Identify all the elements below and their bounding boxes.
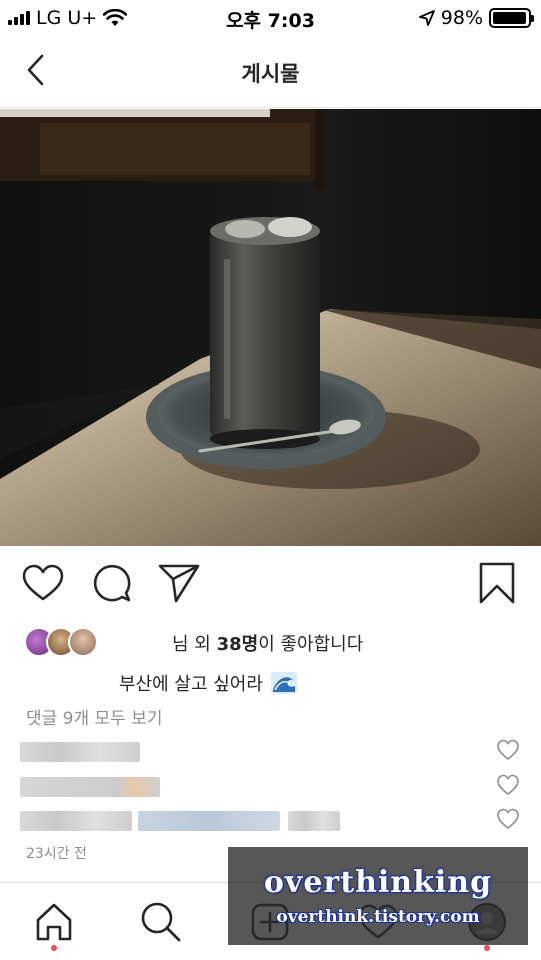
location-arrow-icon <box>418 10 435 26</box>
post-caption: 부산에 살고 싶어라 <box>119 670 297 696</box>
comment-like-heart-icon[interactable] <box>496 738 520 762</box>
avatar <box>68 627 98 657</box>
post-photo[interactable] <box>0 109 541 546</box>
caption-text: 부산에 살고 싶어라 <box>119 674 263 695</box>
blurred-comment-text <box>20 777 160 797</box>
heart-icon <box>22 564 64 601</box>
watermark: overthinking overthink.tistory.com <box>228 847 528 945</box>
status-bar: LG U+ 오후 7:03 98% <box>0 0 541 36</box>
comment-icon <box>93 564 131 602</box>
comment-like-heart-icon[interactable] <box>496 773 520 797</box>
likes-suffix: 이 좋아합니다 <box>258 634 364 655</box>
send-icon <box>158 564 200 603</box>
likes-prefix: 님 외 <box>172 634 217 655</box>
likes-count: 38명 <box>216 634 259 655</box>
blurred-comment-mention <box>138 811 280 831</box>
post-action-bar <box>0 560 541 614</box>
watermark-title: overthinking <box>263 865 493 900</box>
liker-avatars <box>24 627 102 659</box>
coffee-photo-image <box>0 109 541 546</box>
bookmark-icon <box>479 562 515 604</box>
view-all-comments-link[interactable]: 댓글 9개 모두 보기 <box>26 704 163 729</box>
home-notification-dot <box>51 945 57 951</box>
share-button[interactable] <box>156 560 202 606</box>
battery-icon <box>489 8 534 28</box>
tab-home[interactable] <box>31 899 77 951</box>
blurred-comment-text <box>20 742 140 762</box>
comment-button[interactable] <box>89 560 135 606</box>
wave-icon <box>270 672 297 694</box>
save-button[interactable] <box>474 560 520 606</box>
likes-row[interactable] <box>24 626 102 660</box>
comment-row <box>20 807 520 831</box>
home-icon <box>36 903 72 941</box>
battery-percent: 98% <box>440 7 483 29</box>
tab-search[interactable] <box>138 899 184 945</box>
page-title: 게시물 <box>241 62 300 86</box>
like-button[interactable] <box>20 560 66 606</box>
blurred-comment-text <box>20 811 132 831</box>
comment-row <box>20 773 520 797</box>
post-timestamp: 23시간 전 <box>26 846 87 862</box>
nav-header: 게시물 <box>0 36 541 108</box>
comment-like-heart-icon[interactable] <box>496 807 520 831</box>
watermark-url: overthink.tistory.com <box>276 907 480 927</box>
blurred-comment-text <box>288 811 340 831</box>
search-icon <box>141 902 181 942</box>
profile-notification-dot <box>484 945 490 951</box>
status-right: 98% <box>418 7 534 29</box>
likes-text[interactable]: 님 외 38명이 좋아합니다 <box>172 630 363 656</box>
comment-row <box>20 738 520 762</box>
